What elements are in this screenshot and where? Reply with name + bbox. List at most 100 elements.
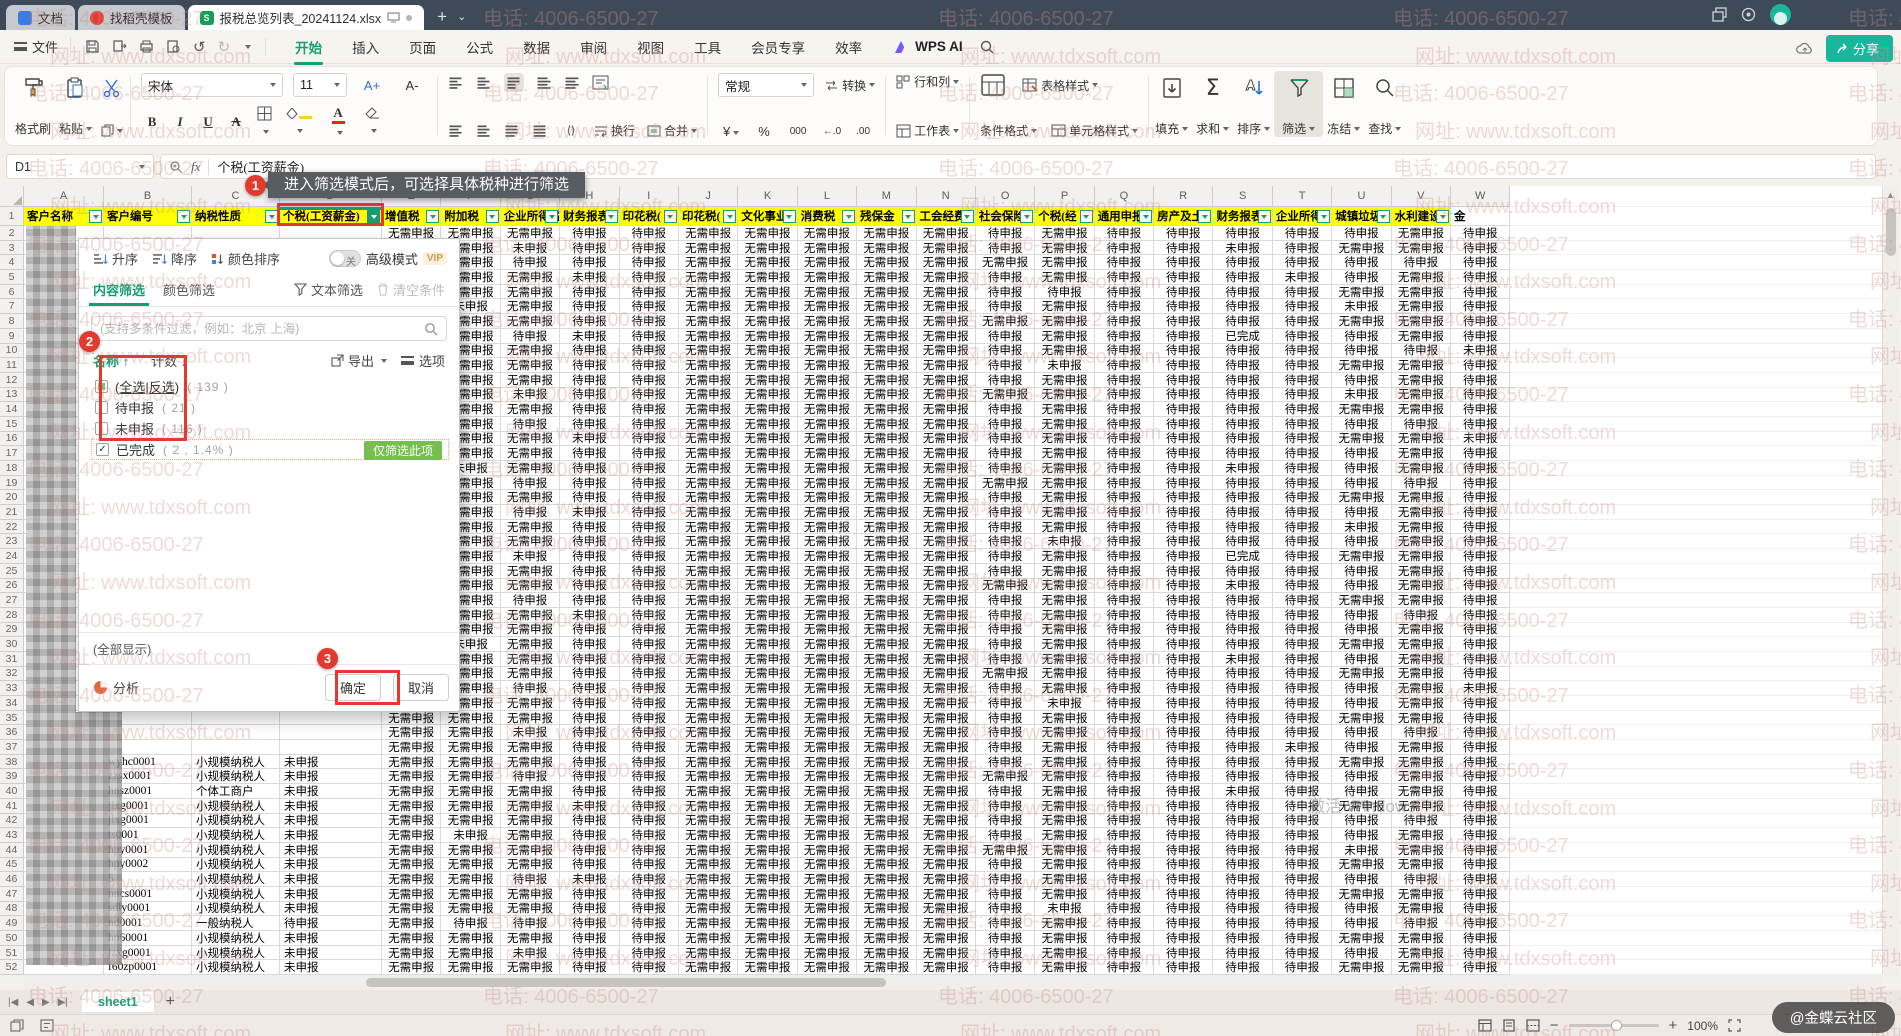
cell[interactable]: 无需申报 xyxy=(738,564,797,579)
sheet-tab-sheet1[interactable]: sheet1 xyxy=(82,992,154,1012)
cell[interactable]: 待申报 xyxy=(1273,725,1332,740)
cell[interactable]: 待申报 xyxy=(1451,373,1510,388)
cell[interactable]: 无需申报 xyxy=(857,828,916,843)
cell[interactable]: 待申报 xyxy=(1392,608,1451,623)
row-number[interactable]: 5 xyxy=(0,270,24,285)
cell[interactable]: 无需申报 xyxy=(679,373,738,388)
cell[interactable]: 无需申报 xyxy=(738,652,797,667)
cell[interactable]: 待申报 xyxy=(1154,711,1213,726)
thousands-button[interactable]: 000 xyxy=(784,126,812,137)
text-direction-icon[interactable] xyxy=(592,75,610,91)
menu-tab[interactable]: 数据 xyxy=(508,31,565,63)
clear-filter-button[interactable]: 清空条件 xyxy=(377,280,445,299)
cell[interactable]: 无需申报 xyxy=(798,520,857,535)
cell[interactable]: 无需申报 xyxy=(917,446,976,461)
cell[interactable]: 待申报 xyxy=(1154,623,1213,638)
cell[interactable]: 待申报 xyxy=(976,799,1035,814)
cell[interactable]: 未申报 xyxy=(1213,784,1272,799)
cell[interactable]: 待申报 xyxy=(1451,314,1510,329)
filter-button[interactable]: 筛选 xyxy=(1274,71,1323,137)
cell[interactable]: 无需申报 xyxy=(857,255,916,270)
cell[interactable]: 无需申报 xyxy=(1035,799,1094,814)
cell[interactable]: 待申报 xyxy=(976,740,1035,755)
cell[interactable]: 待申报 xyxy=(1095,711,1154,726)
cell[interactable]: 无需申报 xyxy=(382,916,441,931)
cell[interactable]: 待申报 xyxy=(1154,696,1213,711)
cell[interactable]: 待申报 xyxy=(620,828,679,843)
cell[interactable]: 待申报 xyxy=(560,241,619,256)
cell[interactable]: 待申报 xyxy=(501,505,560,520)
cell[interactable]: 未申报 xyxy=(280,872,382,887)
macro-record-icon[interactable] xyxy=(10,1019,24,1032)
cell[interactable]: 待申报 xyxy=(620,740,679,755)
cell[interactable]: 无需申报 xyxy=(1035,681,1094,696)
cell[interactable]: 无需申报 xyxy=(382,711,441,726)
cell[interactable]: 无需申报 xyxy=(738,329,797,344)
cell[interactable]: 无需申报 xyxy=(1035,490,1094,505)
cell[interactable]: 待申报 xyxy=(1273,696,1332,711)
cell[interactable]: 待申报 xyxy=(1332,828,1391,843)
cell[interactable]: 无需申报 xyxy=(1035,564,1094,579)
cell[interactable]: 未申报 xyxy=(501,946,560,961)
spacing-icon[interactable]: ⟨⟩ xyxy=(560,124,582,137)
cell[interactable]: 待申报 xyxy=(1095,564,1154,579)
cell[interactable]: 待申报 xyxy=(1095,446,1154,461)
column-header-L[interactable]: L xyxy=(798,186,857,207)
cell[interactable]: 无需申报 xyxy=(857,696,916,711)
percent-button[interactable]: % xyxy=(753,124,775,139)
cell[interactable]: 待申报 xyxy=(1213,843,1272,858)
row-number[interactable]: 45 xyxy=(0,858,24,873)
cell[interactable]: 待申报 xyxy=(1451,534,1510,549)
cell[interactable]: 无需申报 xyxy=(798,373,857,388)
header-cell-M1[interactable]: 残保金 xyxy=(857,207,916,226)
cell[interactable]: 待申报 xyxy=(1451,388,1510,403)
menu-tab[interactable]: 开始 xyxy=(280,31,337,63)
cell[interactable]: 待申报 xyxy=(1451,696,1510,711)
save-icon[interactable] xyxy=(85,39,100,54)
cell[interactable]: 无需申报 xyxy=(382,799,441,814)
cell[interactable]: 待申报 xyxy=(560,534,619,549)
cell[interactable]: 待申报 xyxy=(976,828,1035,843)
cell[interactable]: 待申报 xyxy=(1154,255,1213,270)
cell[interactable]: 待申报 xyxy=(560,769,619,784)
cell[interactable]: 无需申报 xyxy=(679,872,738,887)
cell[interactable]: 无需申报 xyxy=(738,490,797,505)
cell[interactable]: 无需申报 xyxy=(441,843,500,858)
cell[interactable]: 无需申报 xyxy=(1392,667,1451,682)
cell[interactable]: 无需申报 xyxy=(857,505,916,520)
cell[interactable]: 无需申报 xyxy=(679,285,738,300)
row-number[interactable]: 8 xyxy=(0,314,24,329)
cell[interactable]: 无需申报 xyxy=(1332,402,1391,417)
column-header-I[interactable]: I xyxy=(620,186,679,207)
cell[interactable]: 未申报 xyxy=(280,887,382,902)
cell[interactable]: 无需申报 xyxy=(798,270,857,285)
cell[interactable]: 待申报 xyxy=(1273,549,1332,564)
cell[interactable]: 待申报 xyxy=(976,564,1035,579)
cell[interactable]: 未申报 xyxy=(280,828,382,843)
cell[interactable]: 待申报 xyxy=(1095,490,1154,505)
cell[interactable]: 无需申报 xyxy=(857,461,916,476)
cell[interactable]: 待申报 xyxy=(1451,417,1510,432)
cell[interactable]: 待申报 xyxy=(1332,446,1391,461)
cell[interactable]: 待申报 xyxy=(1332,740,1391,755)
cell[interactable]: 无需申报 xyxy=(738,388,797,403)
cell[interactable]: 无需申报 xyxy=(679,549,738,564)
cell[interactable]: 无需申报 xyxy=(798,960,857,975)
cell[interactable]: 待申报 xyxy=(501,872,560,887)
cell[interactable]: 待申报 xyxy=(620,696,679,711)
cell[interactable]: 待申报 xyxy=(1095,652,1154,667)
cell[interactable]: 未申报 xyxy=(1332,520,1391,535)
cell[interactable]: 待申报 xyxy=(620,520,679,535)
cell[interactable]: 无需申报 xyxy=(1035,461,1094,476)
cell[interactable]: 无需申报 xyxy=(857,725,916,740)
row-number[interactable]: 15 xyxy=(0,417,24,432)
bold-button[interactable]: B xyxy=(141,114,163,130)
cell[interactable]: 待申报 xyxy=(620,725,679,740)
cell[interactable]: 无需申报 xyxy=(382,755,441,770)
cell[interactable]: 无需申报 xyxy=(679,505,738,520)
cell[interactable]: 待申报 xyxy=(1154,388,1213,403)
cell[interactable]: 无需申报 xyxy=(917,667,976,682)
cell[interactable]: 无需申报 xyxy=(738,960,797,975)
cell[interactable]: 未申报 xyxy=(280,902,382,917)
cell[interactable]: 未申报 xyxy=(501,388,560,403)
